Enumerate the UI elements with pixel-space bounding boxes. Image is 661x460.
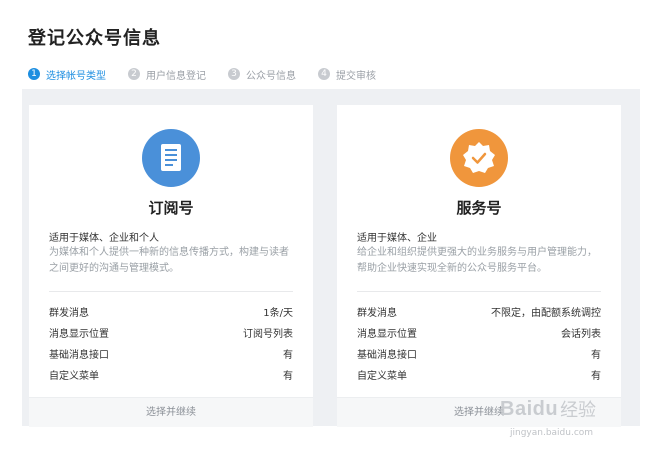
step-number: 2 (128, 68, 140, 80)
feature-label: 群发消息 (49, 308, 89, 319)
feature-value: 1条/天 (263, 308, 293, 319)
divider (49, 291, 293, 292)
step-user-info[interactable]: 2 用户信息登记 (128, 67, 206, 82)
feature-label: 基础消息接口 (49, 350, 109, 361)
divider (357, 291, 601, 292)
document-icon (142, 129, 200, 187)
card-suitable-for: 适用于媒体、企业和个人 (49, 233, 159, 244)
step-number: 4 (318, 68, 330, 80)
feature-row: 消息显示位置 会话列表 (357, 322, 601, 343)
card-title: 服务号 (456, 199, 502, 217)
feature-label: 消息显示位置 (357, 329, 417, 340)
feature-label: 群发消息 (357, 308, 397, 319)
step-number: 1 (28, 68, 40, 80)
feature-row: 基础消息接口 有 (49, 343, 293, 364)
select-subscription-button[interactable]: 选择并继续 (29, 397, 313, 427)
feature-row: 自定义菜单 有 (49, 364, 293, 385)
step-number: 3 (228, 68, 240, 80)
feature-value: 有 (591, 371, 601, 382)
feature-value: 不限定，由配额系统调控 (491, 308, 601, 319)
feature-value: 有 (283, 350, 293, 361)
feature-row: 群发消息 1条/天 (49, 301, 293, 322)
feature-label: 自定义菜单 (357, 371, 407, 382)
card-description: 为媒体和个人提供一种新的信息传播方式，构建与读者之间更好的沟通与管理模式。 (49, 247, 289, 274)
feature-value: 有 (283, 371, 293, 382)
feature-row: 消息显示位置 订阅号列表 (49, 322, 293, 343)
step-select-account-type[interactable]: 1 选择帐号类型 (28, 67, 106, 82)
page-title: 登记公众号信息 (28, 28, 161, 49)
step-label: 选择帐号类型 (46, 70, 106, 82)
step-label: 用户信息登记 (146, 70, 206, 82)
feature-value: 订阅号列表 (243, 329, 293, 340)
feature-value: 会话列表 (561, 329, 601, 340)
feature-label: 基础消息接口 (357, 350, 417, 361)
feature-value: 有 (591, 350, 601, 361)
step-indicator: 1 选择帐号类型 2 用户信息登记 3 公众号信息 4 提交审核 (28, 66, 398, 82)
account-type-panel: 订阅号 适用于媒体、企业和个人 为媒体和个人提供一种新的信息传播方式，构建与读者… (22, 89, 640, 427)
feature-list: 群发消息 1条/天 消息显示位置 订阅号列表 基础消息接口 有 自定义菜单 有 (49, 301, 293, 385)
card-title: 订阅号 (148, 199, 194, 217)
watermark-brand: Baidu (500, 397, 559, 420)
step-label: 提交审核 (336, 70, 376, 82)
step-submit-review[interactable]: 4 提交审核 (318, 67, 376, 82)
feature-row: 群发消息 不限定，由配额系统调控 (357, 301, 601, 322)
watermark-cn: 经验 (560, 400, 597, 421)
subscription-account-card[interactable]: 订阅号 适用于媒体、企业和个人 为媒体和个人提供一种新的信息传播方式，构建与读者… (29, 105, 313, 427)
feature-row: 基础消息接口 有 (357, 343, 601, 364)
watermark-url: jingyan.baidu.com (510, 428, 594, 438)
service-account-card[interactable]: 服务号 适用于媒体、企业 给企业和组织提供更强大的业务服务与用户管理能力，帮助企… (337, 105, 621, 427)
feature-list: 群发消息 不限定，由配额系统调控 消息显示位置 会话列表 基础消息接口 有 自定… (357, 301, 601, 385)
card-description: 给企业和组织提供更强大的业务服务与用户管理能力，帮助企业快速实现全新的公众号服务… (357, 247, 597, 274)
card-suitable-for: 适用于媒体、企业 (357, 233, 437, 244)
baidu-jingyan-watermark: Baidu 经验 (500, 396, 596, 422)
feature-row: 自定义菜单 有 (357, 364, 601, 385)
verified-badge-icon (450, 129, 508, 187)
step-label: 公众号信息 (246, 70, 296, 82)
step-account-info[interactable]: 3 公众号信息 (228, 67, 296, 82)
feature-label: 自定义菜单 (49, 371, 99, 382)
feature-label: 消息显示位置 (49, 329, 109, 340)
